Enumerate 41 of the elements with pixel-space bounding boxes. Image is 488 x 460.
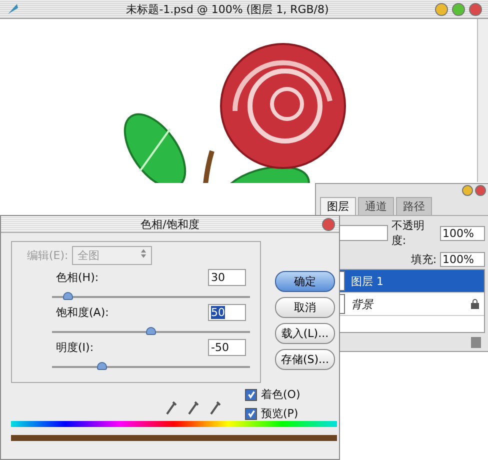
window-title: 未标题-1.psd @ 100% (图层 1, RGB/8) [125,2,330,16]
opacity-field[interactable]: 100% [440,226,485,240]
eyedropper-icon[interactable] [165,401,177,415]
close-button[interactable] [469,2,482,16]
minimize-button[interactable] [462,185,473,196]
eyedropper-icon[interactable] [187,401,199,415]
dialog-button[interactable]: 取消 [275,297,335,318]
slider-label: 饱和度(A): [56,305,109,320]
fill-field[interactable]: 100% [440,252,485,267]
dialog-button[interactable]: 存储(S)... [275,349,335,370]
close-button[interactable] [475,185,486,196]
panel-tab[interactable]: 图层 [320,197,356,215]
checkbox[interactable] [245,408,257,420]
dialog-button[interactable]: 载入(L)... [275,323,335,344]
stepper-arrows-icon [140,248,148,259]
minimize-button[interactable] [435,2,448,16]
slider-thumb[interactable] [96,362,106,370]
eyedropper-icon[interactable] [209,401,221,415]
slider-thumb[interactable] [146,327,156,335]
slider-thumb[interactable] [62,292,73,300]
checkbox-label: 预览(P) [261,406,298,421]
checkbox-label: 着色(O) [261,387,300,402]
feather-icon [6,2,20,16]
layer-name: 背景 [351,296,375,312]
value-field[interactable]: 30 [208,269,246,286]
dialog-button[interactable]: 确定 [275,271,335,292]
layer-name: 图层 1 [351,274,384,288]
close-button[interactable] [322,218,335,231]
edit-label: 编辑(E): [27,248,68,263]
checkbox[interactable] [245,388,257,400]
zoom-button[interactable] [452,2,465,16]
dialog-title: 色相/饱和度 [140,216,200,232]
slider-label: 明度(I): [56,340,94,355]
value-field[interactable]: -50 [208,339,246,356]
panel-tab[interactable]: 路径 [396,197,432,215]
scroll-bar[interactable] [477,19,488,182]
opacity-label: 不透明度: [391,218,426,248]
slider-label: 色相(H): [56,270,99,285]
value-field[interactable]: 50 [208,304,246,321]
fill-label: 填充: [410,252,437,267]
panel-tab[interactable]: 通道 [358,197,394,215]
